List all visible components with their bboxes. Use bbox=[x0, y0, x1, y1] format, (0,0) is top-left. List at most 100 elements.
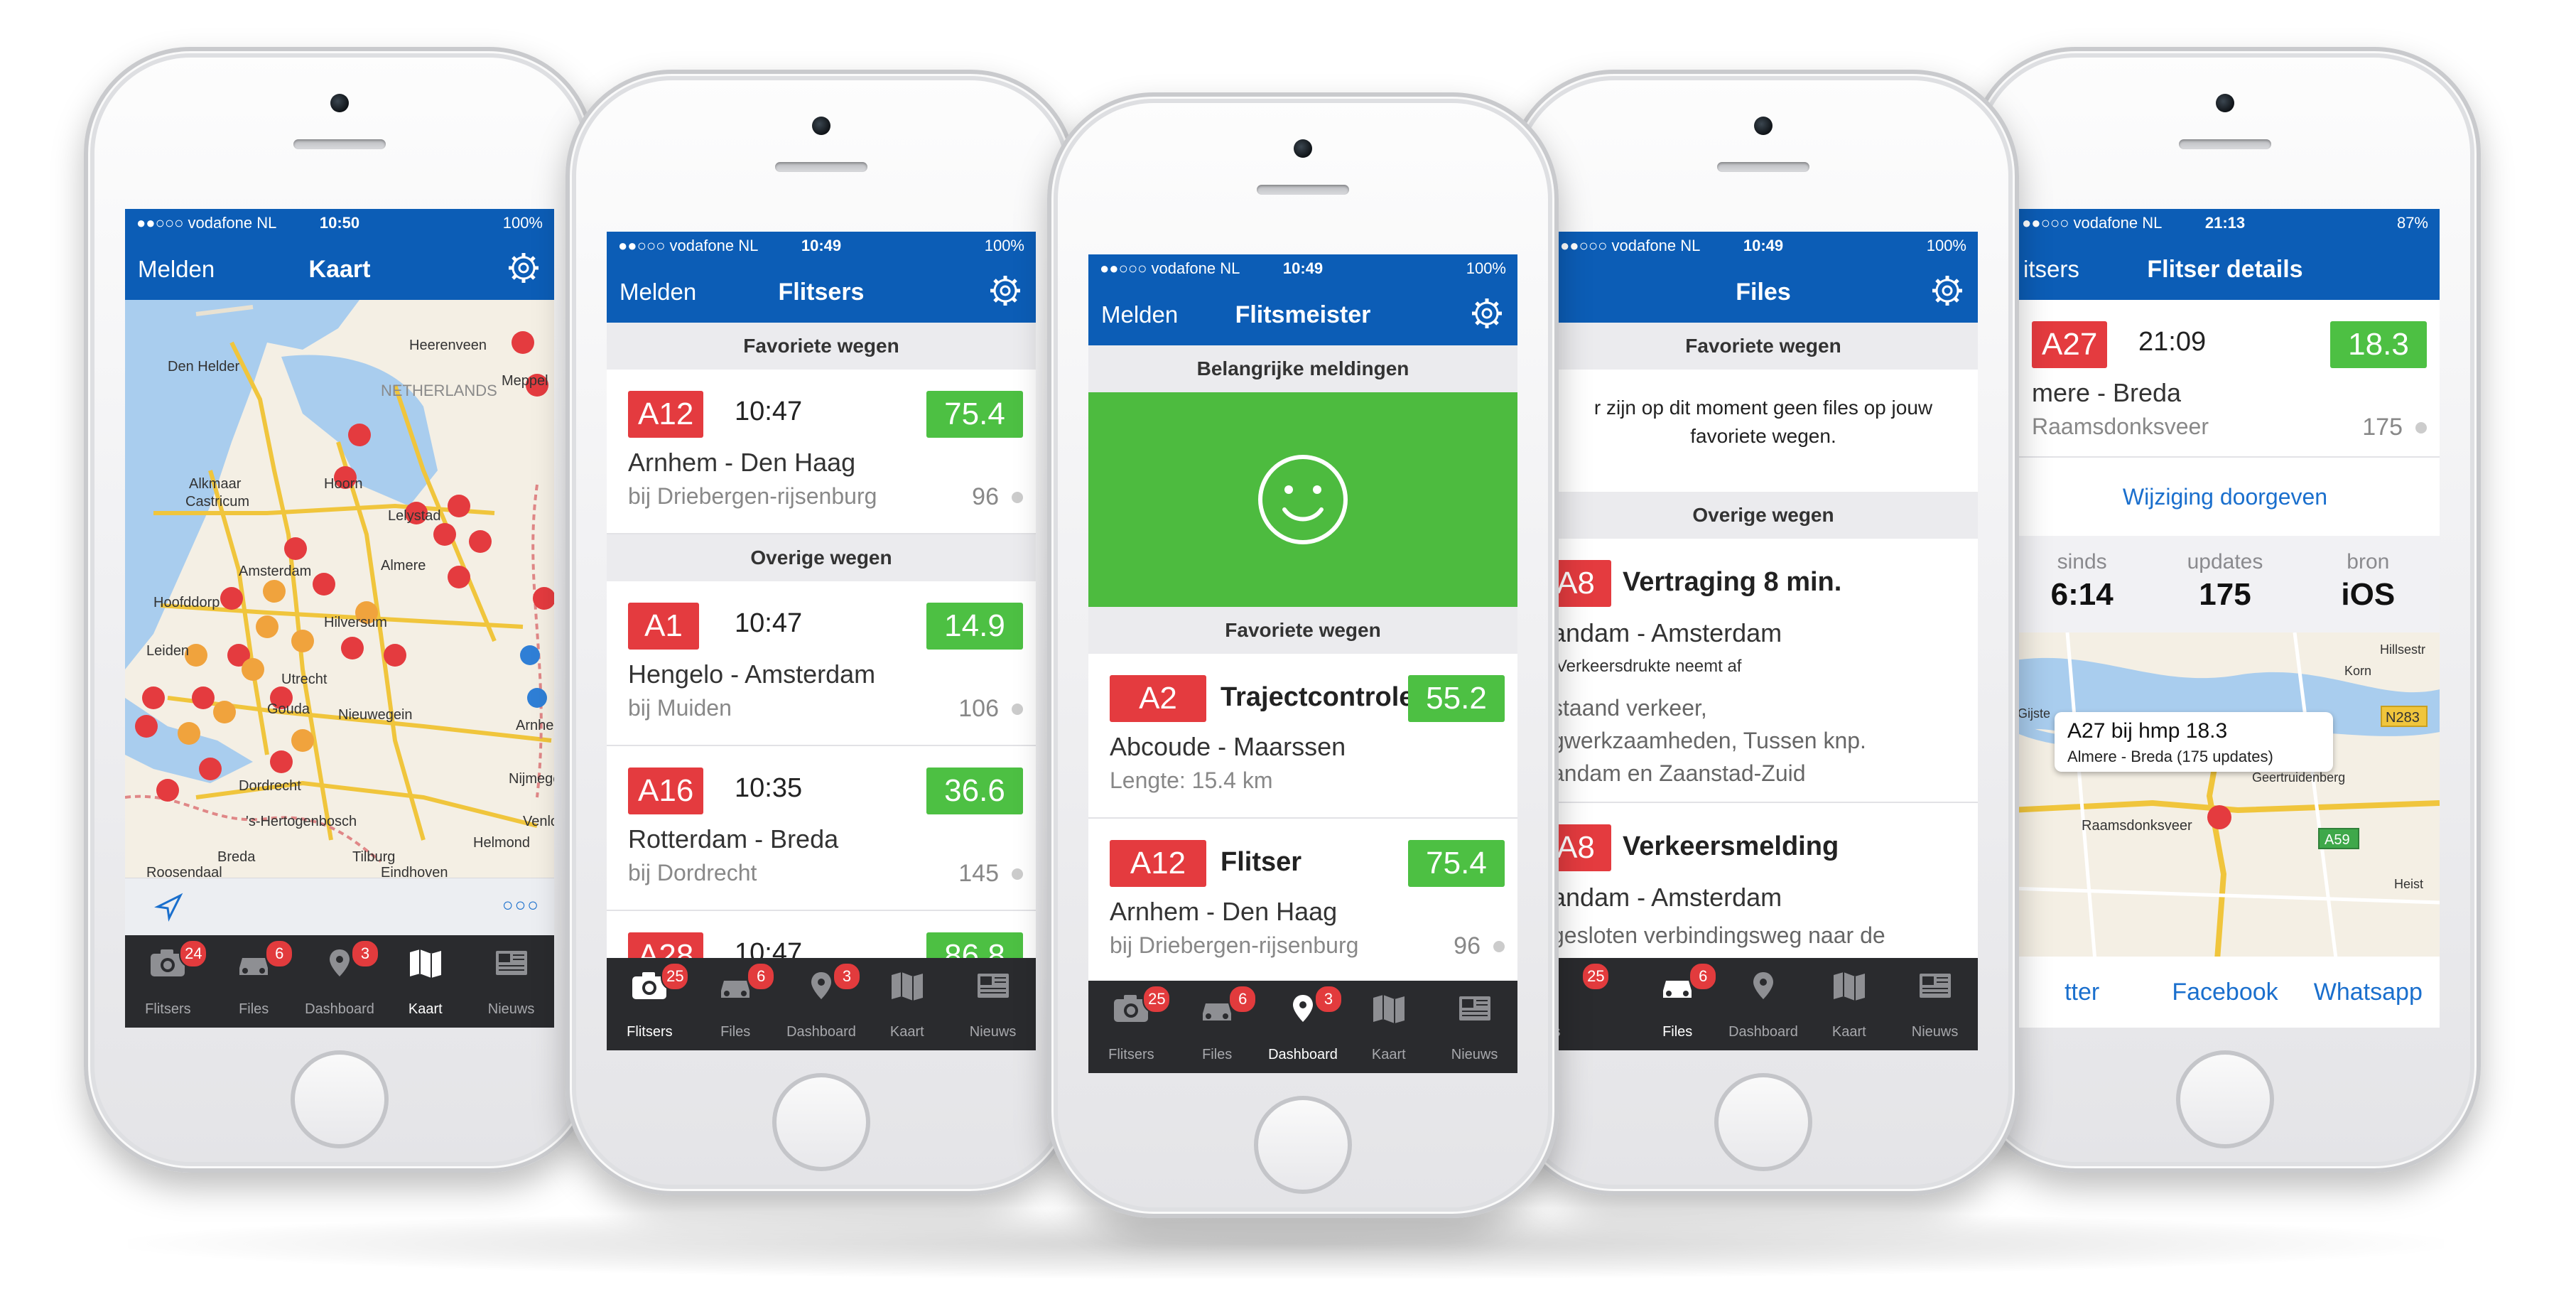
map-label: Raamsdonksveer bbox=[2082, 818, 2192, 834]
nav-bar: itsers Flitser details bbox=[2011, 237, 2440, 300]
tab-dashboard[interactable]: 3 Dashboard bbox=[297, 935, 383, 1028]
clock: 10:49 bbox=[1282, 259, 1324, 277]
tab-flitsers[interactable]: 25 rs bbox=[1549, 958, 1635, 1050]
tab-nieuws[interactable]: Nieuws bbox=[1892, 958, 1978, 1050]
location-text: bij Muiden bbox=[628, 695, 732, 721]
front-camera bbox=[812, 117, 830, 135]
gear-icon[interactable] bbox=[506, 250, 541, 286]
speaker bbox=[2179, 139, 2271, 149]
speaker bbox=[1257, 185, 1349, 195]
flitser-row[interactable]: A28 10:47 86.8 bbox=[607, 911, 1036, 958]
callout-subtitle: Almere - Breda (175 updates) bbox=[2067, 748, 2273, 765]
tab-kaart[interactable]: Kaart bbox=[1806, 958, 1892, 1050]
flitser-row[interactable]: A12 10:47 75.4 Arnhem - Den Haag bij Dri… bbox=[607, 370, 1036, 534]
tab-files[interactable]: 6 Files bbox=[1635, 958, 1721, 1050]
nav-bar: Melden Flitsmeister bbox=[1088, 283, 1517, 345]
home-button[interactable] bbox=[291, 1050, 389, 1148]
location-text: bij Dordrecht bbox=[628, 860, 757, 885]
tab-files[interactable]: 6 Files bbox=[211, 935, 297, 1028]
map-label: Hilversum bbox=[324, 615, 387, 630]
share-twitter-button[interactable]: tter bbox=[2011, 957, 2153, 1028]
speaker bbox=[293, 139, 386, 149]
section-header: Overige wegen bbox=[1549, 492, 1978, 539]
share-whatsapp-button[interactable]: Whatsapp bbox=[2297, 957, 2440, 1028]
tab-flitsers[interactable]: 25 Flitsers bbox=[1088, 981, 1174, 1073]
map-label: Castricum bbox=[185, 494, 249, 510]
file-title: Vertraging 8 min. bbox=[1623, 567, 1842, 597]
map-callout[interactable]: A27 bij hmp 18.3 Almere - Breda (175 upd… bbox=[2055, 712, 2333, 772]
tab-badge: 24 bbox=[179, 939, 208, 968]
file-detail-line: staand verkeer, bbox=[1552, 695, 1707, 721]
map-label: Gijste bbox=[2018, 706, 2050, 721]
file-item[interactable]: A8 Verkeersmelding andam - Amsterdam ges… bbox=[1549, 803, 1978, 958]
stat-bron: bron iOS bbox=[2297, 536, 2440, 632]
section-header: Favoriete wegen bbox=[607, 323, 1036, 370]
status-bar: ●●○○○ vodafone NL 10:49 100% bbox=[607, 232, 1036, 260]
detail-map[interactable]: Raamsdonksveer N283 A59 Hillsestr Geertr… bbox=[2011, 632, 2440, 969]
tab-files[interactable]: 6 Files bbox=[693, 958, 779, 1050]
map-label: Alkmaar bbox=[189, 476, 242, 492]
file-item[interactable]: A8 Vertraging 8 min. andam - Amsterdam V… bbox=[1549, 539, 1978, 803]
tab-label: Nieuws bbox=[969, 1024, 1017, 1040]
location-arrow-icon[interactable] bbox=[153, 891, 185, 922]
tab-badge: 6 bbox=[747, 962, 776, 991]
nav-title: Files bbox=[1736, 279, 1791, 306]
map-label: Venlo bbox=[523, 814, 554, 829]
map-label: Heist bbox=[2394, 877, 2423, 891]
tab-label: Flitsers bbox=[627, 1024, 673, 1040]
tab-dashboard[interactable]: Dashboard bbox=[1721, 958, 1807, 1050]
map-label: Utrecht bbox=[281, 672, 328, 687]
tab-flitsers[interactable]: 25 Flitsers bbox=[607, 958, 693, 1050]
map-label: Leiden bbox=[146, 643, 189, 659]
home-button[interactable] bbox=[772, 1073, 870, 1171]
favorite-row[interactable]: A12 Flitser 75.4 Arnhem - Den Haag bij D… bbox=[1088, 819, 1517, 981]
wijziging-doorgeven-button[interactable]: Wijziging doorgeven bbox=[2011, 458, 2440, 536]
report-time: 10:47 bbox=[735, 608, 803, 638]
nav-title: Flitsmeister bbox=[1235, 301, 1371, 328]
flitser-row[interactable]: A16 10:35 36.6 Rotterdam - Breda bij Dor… bbox=[607, 746, 1036, 911]
gear-icon[interactable] bbox=[1930, 273, 1965, 308]
more-options-icon[interactable]: ○○○ bbox=[502, 894, 540, 916]
route-text: Rotterdam - Breda bbox=[628, 824, 839, 853]
tab-files[interactable]: 6 Files bbox=[1174, 981, 1260, 1073]
tab-kaart[interactable]: Kaart bbox=[1346, 981, 1432, 1073]
map-label: Den Helder bbox=[168, 359, 240, 375]
map-label: 's-Hertogenbosch bbox=[246, 814, 357, 829]
route-text: andam - Amsterdam bbox=[1552, 618, 1782, 647]
tab-kaart[interactable]: Kaart bbox=[382, 935, 468, 1028]
home-button[interactable] bbox=[2176, 1050, 2274, 1148]
gear-icon[interactable] bbox=[1469, 296, 1505, 331]
favorite-row[interactable]: A2 Trajectcontrole 55.2 Abcoude - Maarss… bbox=[1088, 654, 1517, 819]
phone-flitsers: ●●○○○ vodafone NL 10:49 100% Melden Flit… bbox=[565, 70, 1077, 1195]
tab-nieuws[interactable]: Nieuws bbox=[468, 935, 554, 1028]
home-button[interactable] bbox=[1714, 1073, 1812, 1171]
screen: ●●○○○ vodafone NL 10:49 100% Melden Flit… bbox=[607, 232, 1036, 1050]
map-label: Dordrecht bbox=[239, 778, 301, 794]
tab-nieuws[interactable]: Nieuws bbox=[950, 958, 1036, 1050]
home-button[interactable] bbox=[1254, 1096, 1352, 1194]
map-label: Breda bbox=[217, 849, 256, 865]
tab-kaart[interactable]: Kaart bbox=[864, 958, 950, 1050]
flitser-row[interactable]: A1 10:47 14.9 Hengelo - Amsterdam bij Mu… bbox=[607, 581, 1036, 746]
dashboard-content: Belangrijke meldingen Favoriete wegen A2… bbox=[1088, 345, 1517, 981]
share-facebook-button[interactable]: Facebook bbox=[2153, 957, 2296, 1028]
tab-flitsers[interactable]: 24 Flitsers bbox=[125, 935, 211, 1028]
tab-dashboard[interactable]: 3 Dashboard bbox=[779, 958, 865, 1050]
files-list: Favoriete wegen r zijn op dit moment gee… bbox=[1549, 323, 1978, 958]
update-count: 145 bbox=[958, 860, 1023, 887]
route-text: Hengelo - Amsterdam bbox=[628, 659, 876, 689]
tab-badge: 6 bbox=[265, 939, 294, 968]
tab-label: Files bbox=[1662, 1024, 1693, 1040]
clock: 10:50 bbox=[319, 214, 360, 232]
route-text: Abcoude - Maarssen bbox=[1110, 732, 1346, 761]
front-camera bbox=[1754, 117, 1773, 135]
tab-dashboard[interactable]: 3 Dashboard bbox=[1260, 981, 1346, 1073]
map-view[interactable]: Den Helder Heerenveen Alkmaar Hoorn Cast… bbox=[125, 300, 554, 878]
tab-nieuws[interactable]: Nieuws bbox=[1432, 981, 1517, 1073]
stat-value: 175 bbox=[2199, 577, 2251, 612]
row-label: Trajectcontrole bbox=[1221, 682, 1414, 712]
road-badge: A28 bbox=[628, 932, 704, 958]
gear-icon[interactable] bbox=[987, 273, 1023, 308]
tab-badge: 3 bbox=[1314, 985, 1343, 1013]
nav-title: Flitser details bbox=[2147, 256, 2303, 283]
